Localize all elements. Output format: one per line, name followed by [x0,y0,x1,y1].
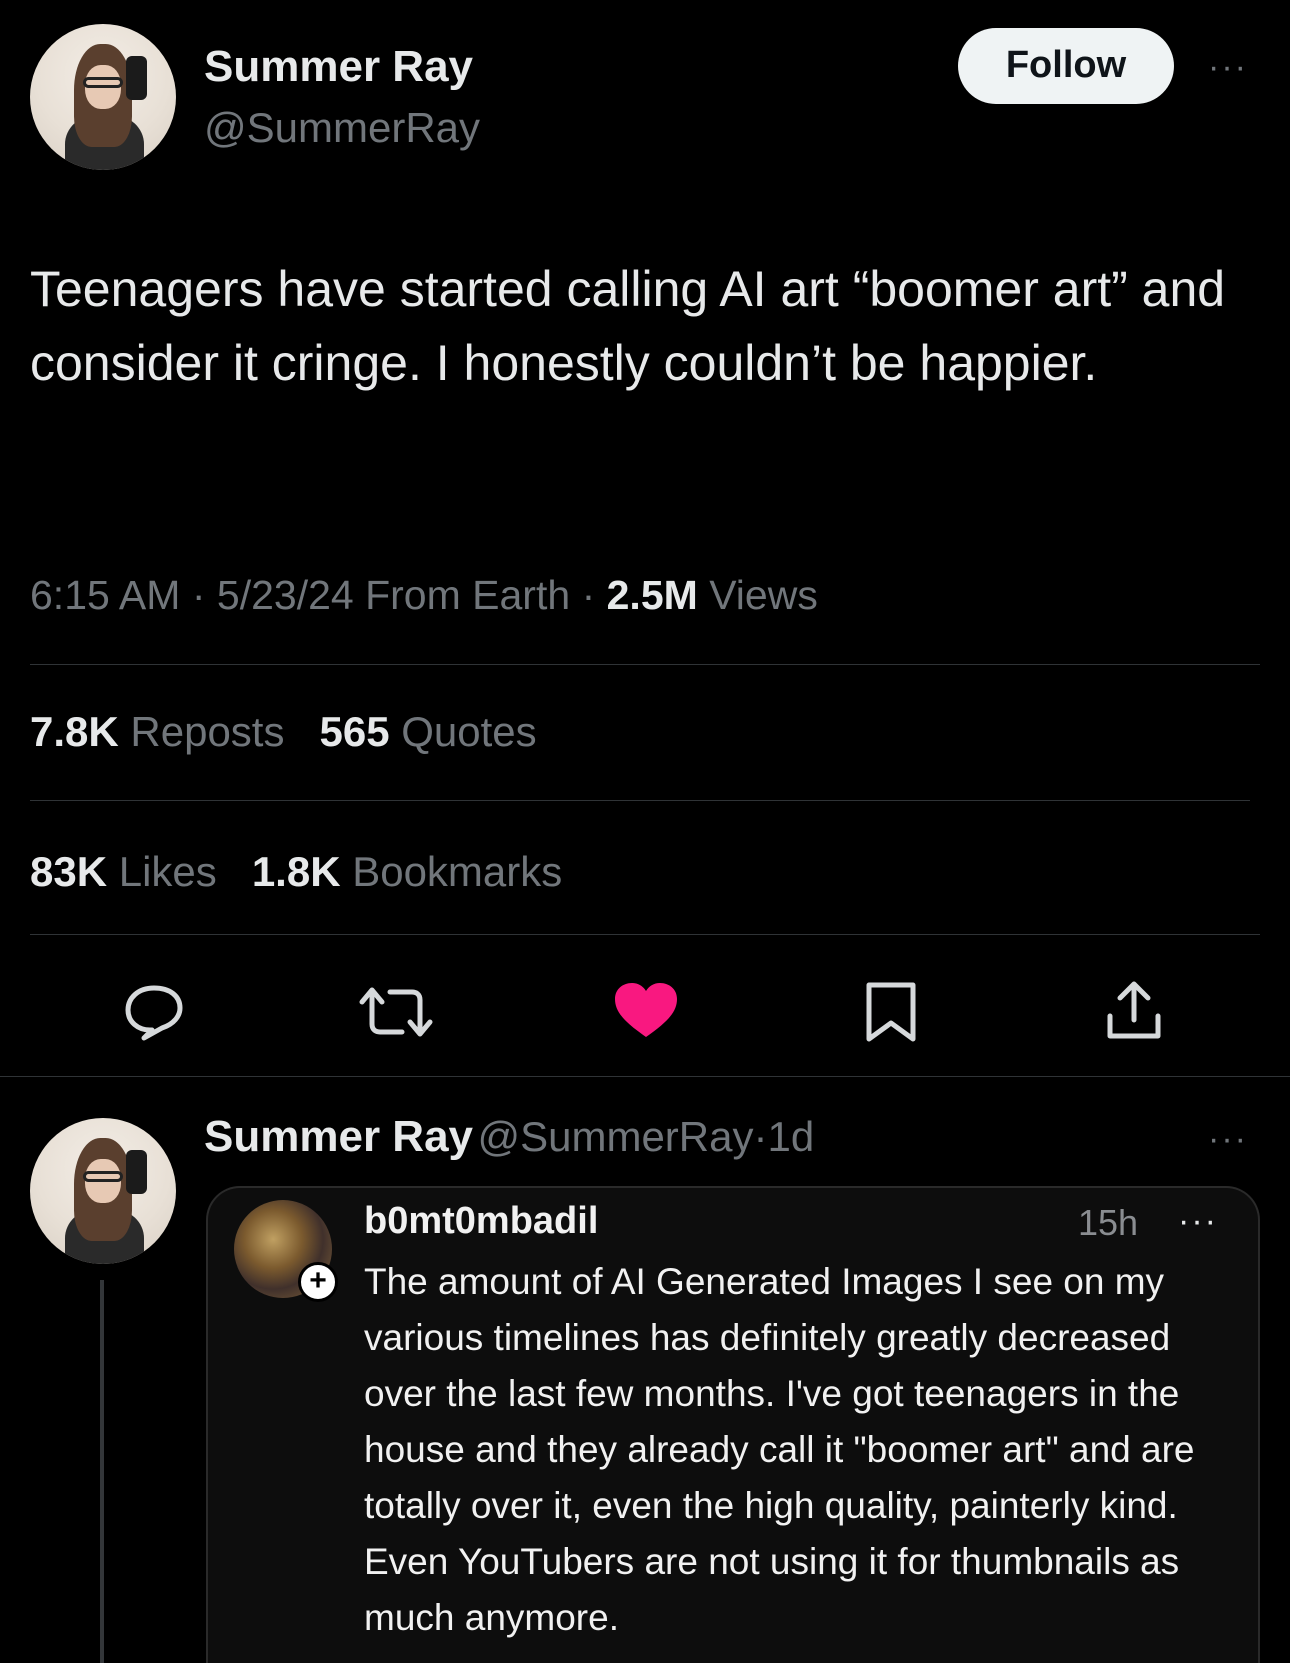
quotes-label: Quotes [401,708,537,755]
reply-author-name[interactable]: Summer Ray [204,1112,473,1161]
likes-stat[interactable]: 83K Likes [30,848,217,895]
likes-label: Likes [118,848,217,895]
stats-row-reposts-quotes: 7.8K Reposts 565 Quotes [30,708,537,756]
repost-icon[interactable] [356,976,436,1048]
quoted-username[interactable]: b0mt0mbadil [364,1200,598,1243]
divider [30,664,1260,665]
quotes-count: 565 [319,708,390,755]
quoted-post-text: The amount of AI Generated Images I see … [364,1261,1195,1638]
bookmarks-stat[interactable]: 1.8K Bookmarks [252,848,562,895]
more-options-icon[interactable]: ··· [1208,50,1248,84]
views-count: 2.5M [606,572,698,618]
tweet-time[interactable]: 6:15 AM [30,572,180,618]
author-avatar[interactable] [30,24,176,170]
bookmark-icon[interactable] [858,976,924,1048]
likes-count: 83K [30,848,108,895]
follow-button[interactable]: Follow [958,28,1174,104]
meta-separator: · [581,572,596,618]
meta-separator: · [753,1113,768,1160]
stats-row-likes-bookmarks: 83K Likes 1.8K Bookmarks [30,848,562,896]
share-icon[interactable] [1098,974,1170,1048]
tweet-text: Teenagers have started calling AI art “b… [30,261,1226,391]
meta-separator: · [191,572,206,618]
quotes-stat[interactable]: 565 Quotes [319,708,536,755]
reposts-count: 7.8K [30,708,119,755]
reply-author-avatar[interactable] [30,1118,176,1264]
bookmarks-label: Bookmarks [352,848,563,895]
reposts-label: Reposts [130,708,285,755]
tweet-date[interactable]: 5/23/24 [217,572,354,618]
divider [30,934,1260,935]
thread-line [100,1280,104,1663]
divider [0,1076,1290,1077]
views-label: Views [709,572,818,618]
reply-icon[interactable] [118,976,190,1048]
like-icon[interactable] [608,972,684,1048]
reply-author-handle[interactable]: @SummerRay [477,1113,753,1160]
more-options-icon[interactable]: ··· [1208,1122,1248,1156]
reply-age[interactable]: 1d [767,1113,814,1160]
divider [30,800,1250,801]
author-handle[interactable]: @SummerRay [204,104,480,152]
tweet-location: From Earth [365,572,571,618]
reposts-stat[interactable]: 7.8K Reposts [30,708,284,755]
bookmarks-count: 1.8K [251,848,341,895]
tweet-meta: 6:15 AM · 5/23/24 From Earth · 2.5M View… [30,572,818,619]
add-follow-icon[interactable]: + [298,1262,338,1302]
quoted-time: 15h [1078,1202,1139,1243]
author-name[interactable]: Summer Ray [204,42,473,92]
quoted-more-icon[interactable]: ··· [1178,1204,1218,1238]
reply-header: Summer Ray @SummerRay·1d [204,1112,814,1162]
